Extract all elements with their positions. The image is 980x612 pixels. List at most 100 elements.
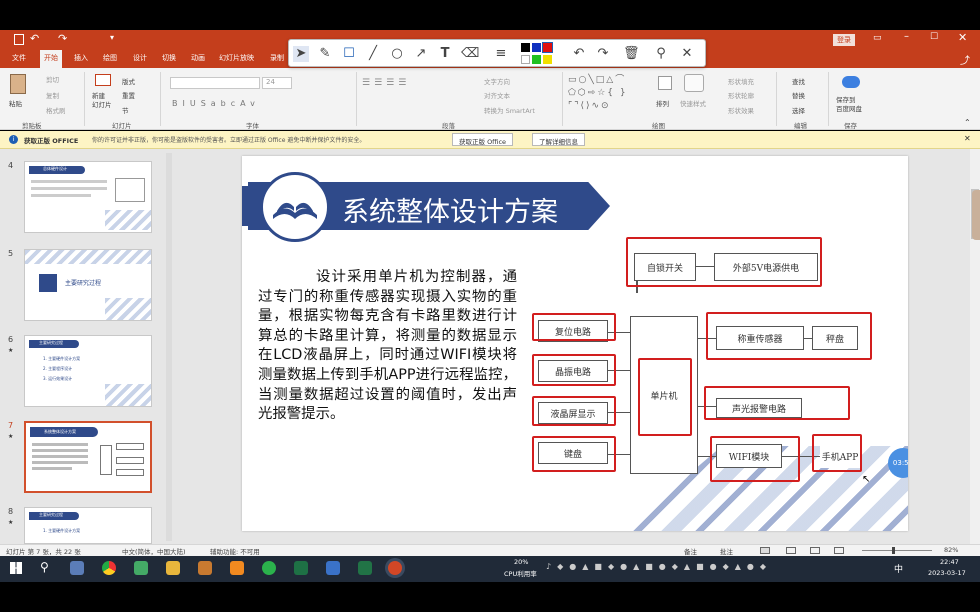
- cut-button[interactable]: 剪切: [46, 74, 59, 84]
- tab-home[interactable]: 开始: [40, 50, 62, 68]
- ime-indicator[interactable]: 中: [894, 562, 903, 575]
- slideshow-view-icon[interactable]: [834, 547, 844, 554]
- color-black-swatch[interactable]: [521, 43, 530, 52]
- current-slide[interactable]: 系统整体设计方案 设计采用单片机为控制器，通过专门的称重传感器实现摄入实物的重量…: [242, 156, 908, 531]
- close-icon[interactable]: ✕: [958, 31, 967, 44]
- zoom-level[interactable]: 82%: [944, 546, 958, 554]
- slide-thumbnail-8[interactable]: 主要研究过程 1. 主要硬件设计方案: [24, 507, 152, 544]
- tab-insert[interactable]: 插入: [74, 53, 88, 63]
- reading-view-icon[interactable]: [810, 547, 820, 554]
- section-button[interactable]: 节: [122, 105, 129, 115]
- font-name-box[interactable]: [170, 77, 260, 89]
- format-painter-button[interactable]: 格式刷: [46, 105, 66, 115]
- slide-thumbnail-4[interactable]: 总体硬件设计: [24, 161, 152, 233]
- paste-button[interactable]: 粘贴: [9, 98, 22, 108]
- tab-file[interactable]: 文件: [12, 53, 26, 63]
- color-blue-swatch[interactable]: [532, 43, 541, 52]
- tab-animations[interactable]: 动画: [191, 53, 205, 63]
- delete-draw-icon[interactable]: 🗑: [623, 46, 640, 62]
- color-red-swatch[interactable]: [542, 42, 553, 53]
- thumb-scrollbar[interactable]: [166, 153, 172, 541]
- collapse-ribbon-icon[interactable]: ⌃: [964, 118, 971, 127]
- quick-styles-icon[interactable]: [684, 74, 704, 92]
- tab-record[interactable]: 录制: [270, 53, 284, 63]
- powerpoint-icon[interactable]: [388, 561, 402, 575]
- color-palette[interactable]: [521, 42, 561, 65]
- zoom-slider[interactable]: [862, 547, 932, 554]
- normal-view-icon[interactable]: [760, 547, 770, 554]
- paste-icon[interactable]: [10, 74, 26, 94]
- arrow-tool-icon[interactable]: ↗: [413, 46, 429, 62]
- ribbon-display-icon[interactable]: ▭: [873, 33, 882, 43]
- maximize-icon[interactable]: ☐: [930, 32, 938, 42]
- excel-icon-2[interactable]: [358, 561, 372, 575]
- font-size-box[interactable]: 24: [262, 77, 292, 89]
- onenote-icon[interactable]: [326, 561, 340, 575]
- baidu-cloud-icon[interactable]: [842, 76, 860, 88]
- windows-start-icon[interactable]: [10, 562, 22, 574]
- accessibility-status[interactable]: 辅助功能: 不可用: [210, 546, 260, 556]
- save-baidu-button[interactable]: 保存到 百度网盘: [836, 96, 862, 114]
- chrome-icon[interactable]: [102, 561, 116, 575]
- select-button[interactable]: 选择: [792, 105, 805, 115]
- slide-thumbnail-7[interactable]: 系统整体设计方案: [24, 421, 152, 493]
- search-icon[interactable]: ⚲: [40, 560, 49, 574]
- shape-fill-button[interactable]: 形状填充: [728, 76, 754, 86]
- font-format-buttons[interactable]: BIUSabcAv: [172, 99, 260, 108]
- rectangle-tool-icon[interactable]: ☐: [341, 46, 357, 62]
- replace-button[interactable]: 替换: [792, 90, 805, 100]
- slide-thumbnail-5[interactable]: 主要研究过程: [24, 249, 152, 321]
- app-icon[interactable]: [198, 561, 212, 575]
- notes-button[interactable]: 备注: [684, 546, 697, 556]
- quick-styles-button[interactable]: 快速样式: [680, 98, 706, 108]
- learn-more-button[interactable]: 了解详细信息: [532, 133, 585, 146]
- pointer-tool-icon[interactable]: ➤: [293, 46, 309, 62]
- new-slide-button[interactable]: 新建 幻灯片: [92, 92, 112, 110]
- shape-effects-button[interactable]: 形状效果: [728, 105, 754, 115]
- tab-design[interactable]: 设计: [133, 53, 147, 63]
- share-icon[interactable]: ⤴: [960, 52, 970, 67]
- calculator-icon[interactable]: [70, 561, 84, 575]
- undo-icon[interactable]: ↶: [30, 32, 39, 45]
- slide-thumbnail-6[interactable]: 主要研究过程 1. 主要硬件设计方案 2. 主要程序设计 3. 运行效果设计: [24, 335, 152, 407]
- login-button[interactable]: 登录: [833, 34, 855, 46]
- align-text-button[interactable]: 对齐文本: [484, 90, 510, 100]
- arrange-button[interactable]: 排列: [656, 98, 669, 108]
- tray-icons[interactable]: ♪◆●▲■◆●▲■●◆▲■●◆▲●◆: [546, 562, 772, 571]
- copy-button[interactable]: 复制: [46, 90, 59, 100]
- eraser-tool-icon[interactable]: ⌫: [461, 46, 479, 62]
- close-draw-toolbar-icon[interactable]: ✕: [679, 46, 695, 62]
- pen-tool-icon[interactable]: ✎: [317, 46, 333, 62]
- layout-button[interactable]: 版式: [122, 76, 135, 86]
- shapes-gallery[interactable]: ▭○╲□△⌒ ⬠⬡⇨☆{ } ⌜⌝⟨⟩∿⊙: [568, 74, 648, 116]
- excel-icon[interactable]: [294, 561, 308, 575]
- zoom-draw-icon[interactable]: ⚲: [653, 46, 669, 62]
- wechat-icon[interactable]: [262, 561, 276, 575]
- search-app-icon[interactable]: [230, 561, 244, 575]
- tab-transitions[interactable]: 切换: [162, 53, 176, 63]
- undo-draw-icon[interactable]: ↶: [571, 46, 587, 62]
- customize-qat-icon[interactable]: ▾: [110, 33, 114, 42]
- arrange-icon[interactable]: [658, 76, 672, 90]
- text-tool-icon[interactable]: T: [437, 46, 453, 62]
- tab-draw[interactable]: 绘图: [103, 53, 117, 63]
- screen-capture-icon[interactable]: [134, 561, 148, 575]
- tab-slideshow[interactable]: 幻灯片放映: [219, 53, 254, 63]
- color-white-swatch[interactable]: [521, 55, 530, 64]
- find-button[interactable]: 查找: [792, 76, 805, 86]
- circle-tool-icon[interactable]: ○: [389, 46, 405, 62]
- line-tool-icon[interactable]: ╱: [365, 46, 381, 62]
- language-status[interactable]: 中文(简体，中国大陆): [122, 546, 186, 556]
- comments-button[interactable]: 批注: [720, 546, 733, 556]
- shape-outline-button[interactable]: 形状轮廓: [728, 90, 754, 100]
- clock-time[interactable]: 22:47: [940, 558, 959, 566]
- paragraph-buttons[interactable]: ☰☰☰☰: [362, 78, 410, 88]
- redo-icon[interactable]: ↷: [58, 32, 67, 45]
- close-infobar-icon[interactable]: ✕: [964, 134, 971, 143]
- reset-button[interactable]: 重置: [122, 90, 135, 100]
- smartart-button[interactable]: 转换为 SmartArt: [484, 105, 535, 115]
- color-yellow-swatch[interactable]: [543, 55, 552, 64]
- sorter-view-icon[interactable]: [786, 547, 796, 554]
- new-slide-icon[interactable]: [95, 74, 111, 86]
- minimize-icon[interactable]: –: [904, 31, 909, 42]
